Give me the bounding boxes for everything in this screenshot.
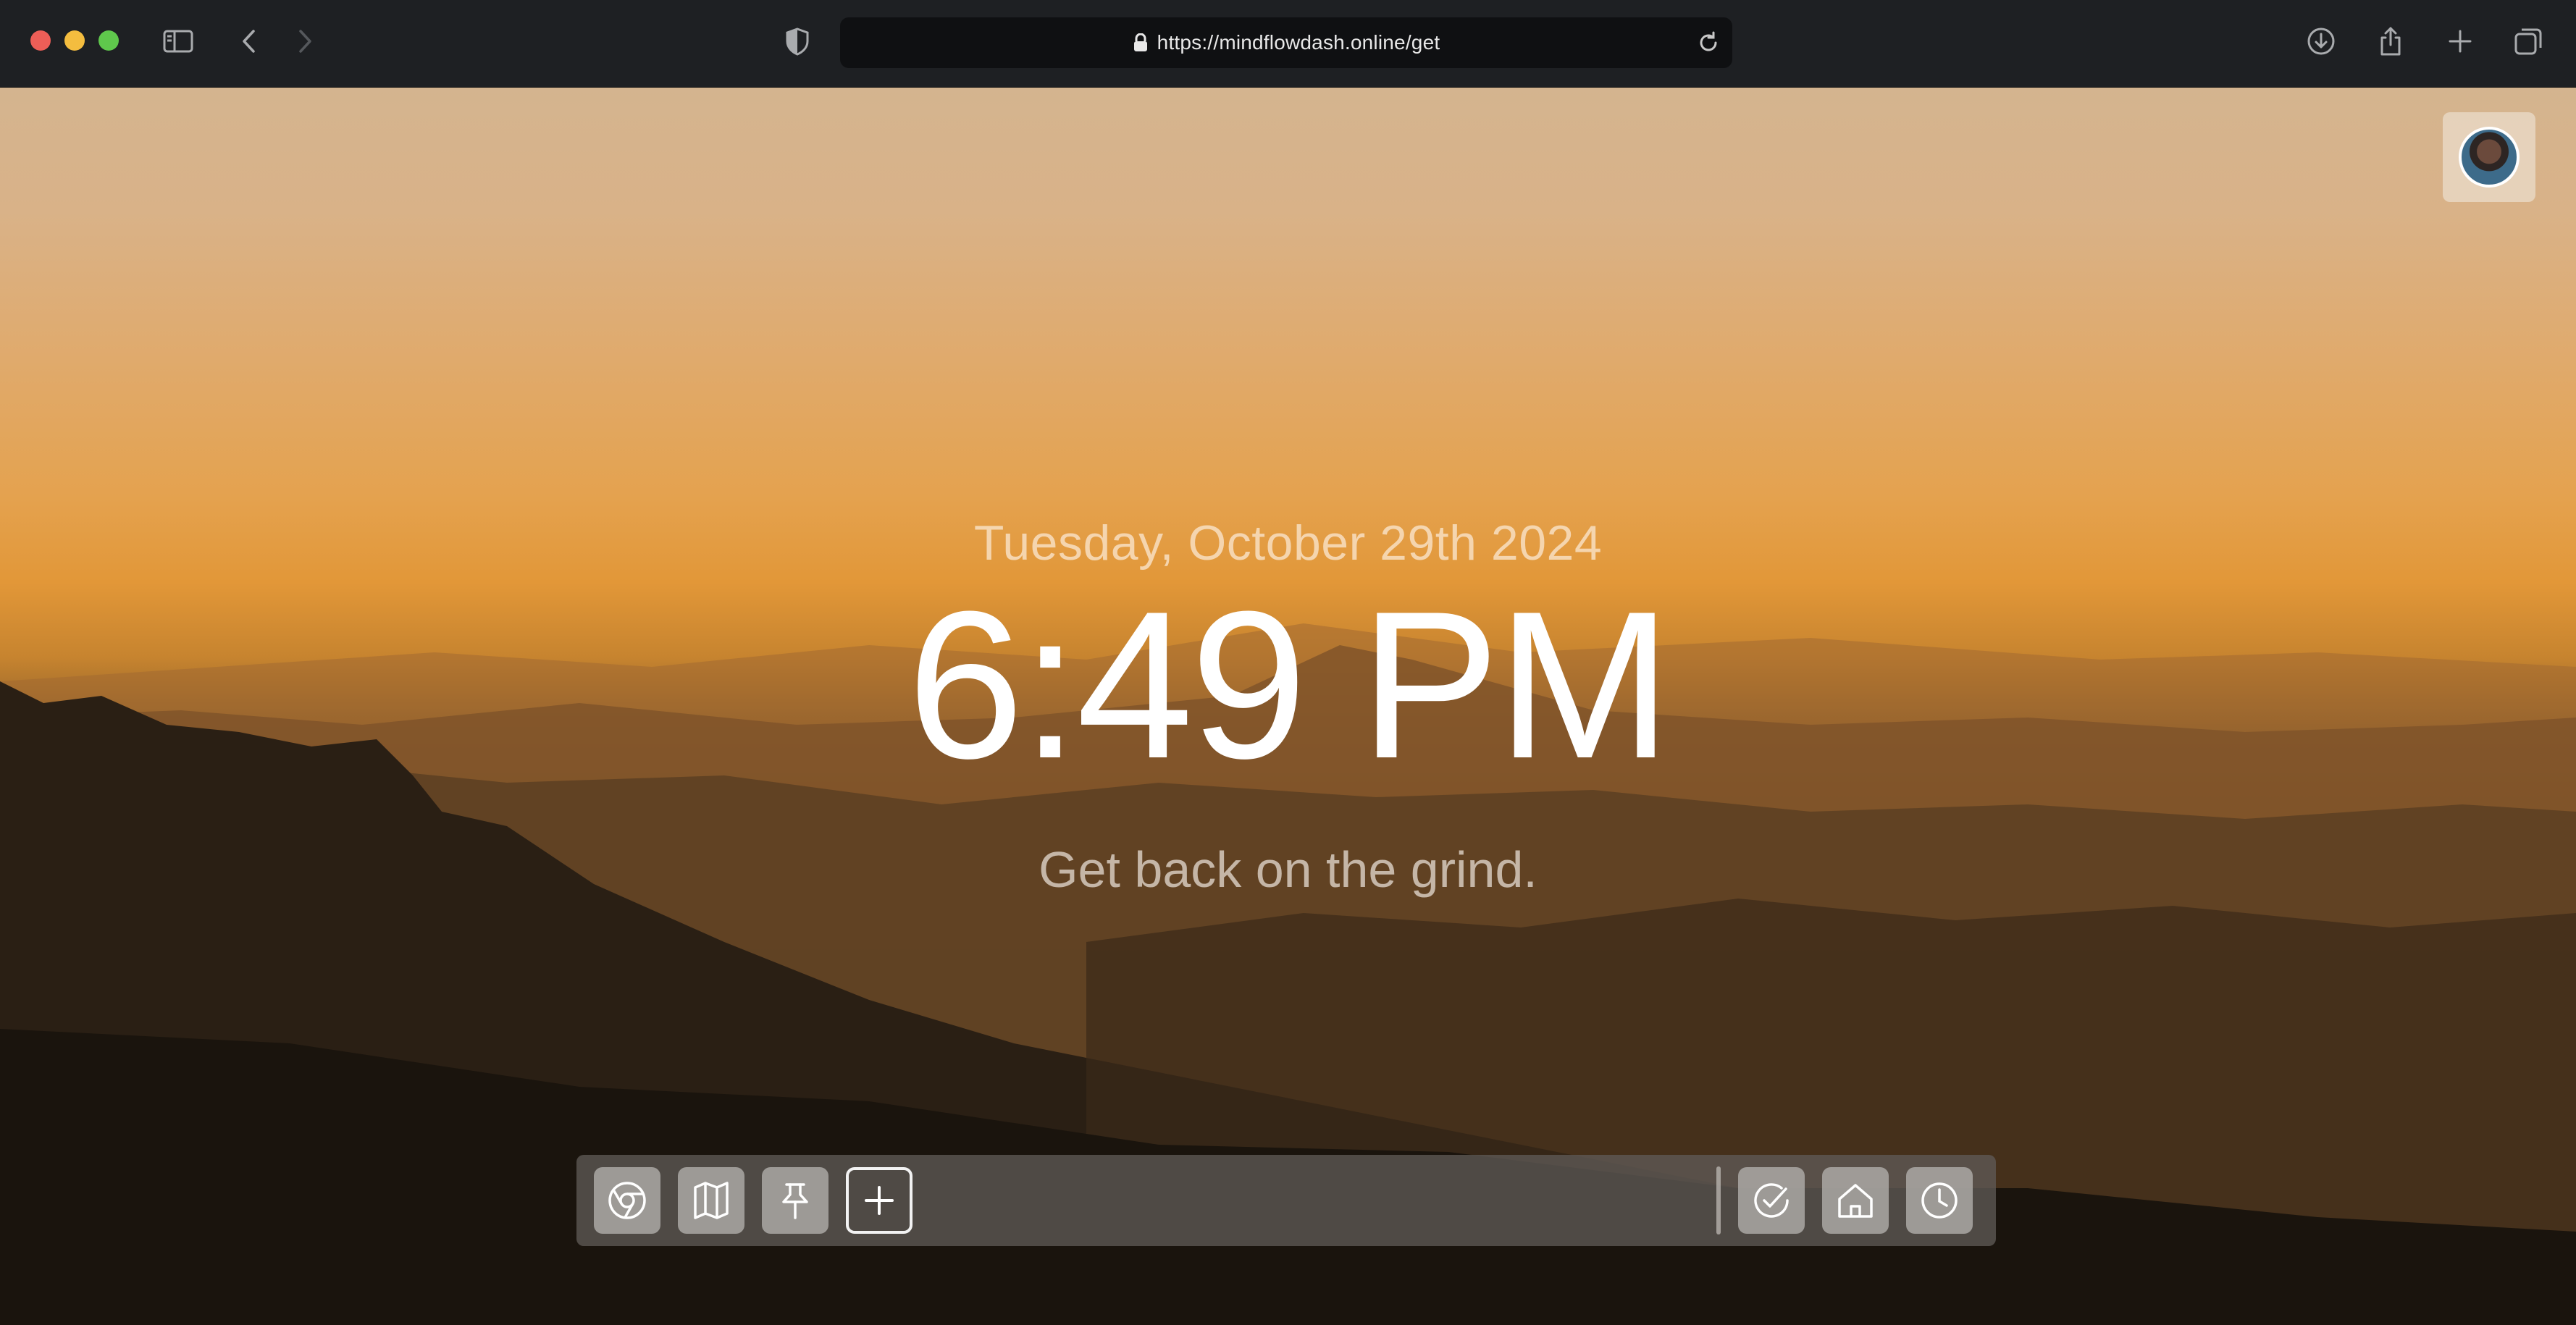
page-viewport: Tuesday, October 29th 2024 6:49 PM Get b… xyxy=(0,88,2576,1325)
clock-button[interactable] xyxy=(1906,1167,1973,1234)
add-shortcut-button[interactable] xyxy=(846,1167,912,1234)
avatar xyxy=(2459,127,2520,188)
forward-icon[interactable] xyxy=(286,23,322,59)
tasks-button[interactable] xyxy=(1738,1167,1805,1234)
url-text: https://mindflowdash.online/get xyxy=(1157,31,1440,54)
downloads-icon[interactable] xyxy=(2303,23,2339,59)
app-dock xyxy=(576,1155,1996,1246)
browser-window: https://mindflowdash.online/get Tuesday,… xyxy=(0,0,2576,1325)
chrome-shortcut-button[interactable] xyxy=(594,1167,660,1234)
privacy-shield-icon[interactable] xyxy=(779,23,815,59)
add-icon xyxy=(865,1186,894,1215)
tab-overview-icon[interactable] xyxy=(2510,23,2546,59)
chrome-icon xyxy=(608,1182,646,1219)
map-shortcut-button[interactable] xyxy=(678,1167,744,1234)
check-icon xyxy=(1754,1183,1789,1218)
minimize-window-button[interactable] xyxy=(64,30,85,51)
tagline-text: Get back on the grind. xyxy=(1039,841,1537,898)
date-text: Tuesday, October 29th 2024 xyxy=(973,516,1603,571)
reload-icon[interactable] xyxy=(1696,30,1721,55)
pin-icon xyxy=(782,1183,808,1219)
browser-toolbar: https://mindflowdash.online/get xyxy=(0,0,2576,88)
lock-icon xyxy=(1133,33,1147,51)
pin-shortcut-button[interactable] xyxy=(762,1167,828,1234)
zoom-window-button[interactable] xyxy=(98,30,119,51)
clock-icon xyxy=(1921,1182,1958,1219)
address-bar[interactable]: https://mindflowdash.online/get xyxy=(840,17,1732,68)
map-icon xyxy=(694,1182,729,1219)
close-window-button[interactable] xyxy=(30,30,51,51)
home-button[interactable] xyxy=(1822,1167,1889,1234)
profile-button[interactable] xyxy=(2443,112,2535,202)
new-tab-icon[interactable] xyxy=(2442,23,2478,59)
home-icon xyxy=(1838,1184,1873,1218)
back-icon[interactable] xyxy=(232,23,268,59)
clock-time: 6:49 PM xyxy=(907,568,1672,802)
share-icon[interactable] xyxy=(2372,23,2409,59)
sidebar-toggle-icon[interactable] xyxy=(160,23,196,59)
dock-separator xyxy=(1716,1166,1721,1234)
